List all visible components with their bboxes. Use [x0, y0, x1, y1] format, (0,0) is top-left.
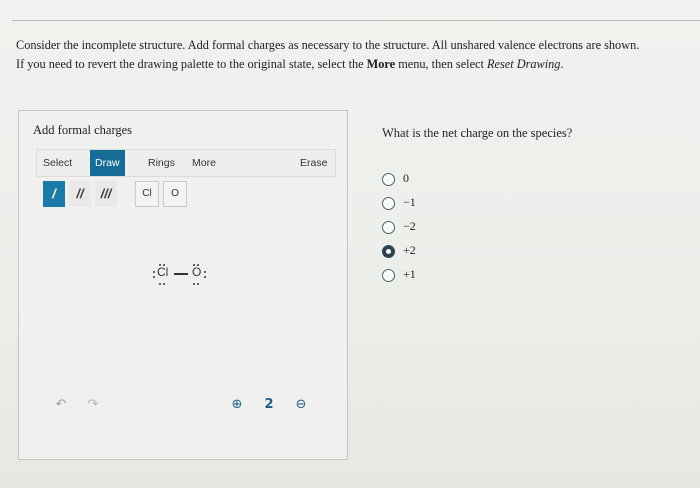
- menu-more[interactable]: More: [187, 150, 221, 176]
- reset-zoom-icon[interactable]: 2: [259, 395, 279, 415]
- molecule-structure[interactable]: Cl O: [152, 261, 212, 287]
- answer-option-0[interactable]: 0: [382, 170, 442, 190]
- panel-title: Add formal charges: [33, 123, 133, 137]
- page: Consider the incomplete structure. Add f…: [0, 0, 700, 488]
- answer-label: 0: [403, 171, 409, 185]
- oxygen-atom[interactable]: O: [192, 265, 201, 279]
- answer-label: +1: [403, 267, 416, 281]
- drawing-menubar: Select Draw Rings More: [36, 149, 336, 177]
- zoom-in-icon[interactable]: ⊕: [227, 395, 247, 415]
- radio-button[interactable]: [382, 269, 395, 282]
- instructions: Consider the incomplete structure. Add f…: [16, 36, 700, 74]
- lone-pair-dot: [197, 283, 199, 285]
- lone-pair-dot: [153, 271, 155, 273]
- lone-pair-dot: [193, 283, 195, 285]
- redo-icon[interactable]: ↷: [83, 395, 103, 415]
- menu-draw[interactable]: Draw: [90, 150, 125, 176]
- oxygen-atom-button[interactable]: O: [163, 181, 187, 207]
- undo-icon[interactable]: ↶: [51, 395, 71, 415]
- instruction-text: menu, then select: [395, 57, 487, 71]
- lone-pair-dot: [159, 283, 161, 285]
- answer-option-3[interactable]: +2: [382, 242, 442, 262]
- instruction-line-2: If you need to revert the drawing palett…: [16, 55, 700, 74]
- radio-button[interactable]: [382, 197, 395, 210]
- instruction-reset-drawing: Reset Drawing: [486, 57, 561, 71]
- menu-select[interactable]: Select: [38, 150, 77, 176]
- top-divider: [12, 20, 700, 21]
- triple-bond-button[interactable]: ///: [95, 181, 117, 207]
- answer-label: −1: [403, 195, 416, 209]
- single-bond[interactable]: [174, 273, 188, 275]
- answer-option-2[interactable]: −2: [382, 218, 442, 238]
- menu-rings[interactable]: Rings: [143, 150, 180, 176]
- instruction-more: More: [366, 57, 396, 71]
- answer-label: −2: [403, 219, 416, 233]
- lone-pair-dot: [153, 276, 155, 278]
- radio-button-selected[interactable]: [382, 245, 395, 258]
- question-text: What is the net charge on the species?: [382, 126, 573, 140]
- drawing-panel: Add formal charges Select Draw Rings Mor…: [18, 110, 348, 460]
- answer-option-1[interactable]: −1: [382, 194, 442, 214]
- lone-pair-dot: [193, 264, 195, 266]
- answer-label: +2: [403, 243, 416, 257]
- zoom-out-icon[interactable]: ⊖: [291, 395, 311, 415]
- lone-pair-dot: [204, 276, 206, 278]
- lone-pair-dot: [197, 264, 199, 266]
- radio-button[interactable]: [382, 173, 395, 186]
- double-bond-button[interactable]: //: [69, 181, 91, 207]
- instruction-text: If you need to revert the drawing palett…: [16, 57, 367, 71]
- single-bond-button[interactable]: /: [43, 181, 65, 207]
- answer-option-4[interactable]: +1: [382, 266, 442, 286]
- lone-pair-dot: [204, 271, 206, 273]
- lone-pair-dot: [163, 283, 165, 285]
- erase-button[interactable]: Erase: [300, 157, 327, 169]
- chlorine-atom[interactable]: Cl: [157, 265, 168, 279]
- instruction-line-1: Consider the incomplete structure. Add f…: [16, 38, 640, 52]
- radio-button[interactable]: [382, 221, 395, 234]
- instruction-text: .: [560, 57, 564, 71]
- chlorine-atom-button[interactable]: Cl: [135, 181, 159, 207]
